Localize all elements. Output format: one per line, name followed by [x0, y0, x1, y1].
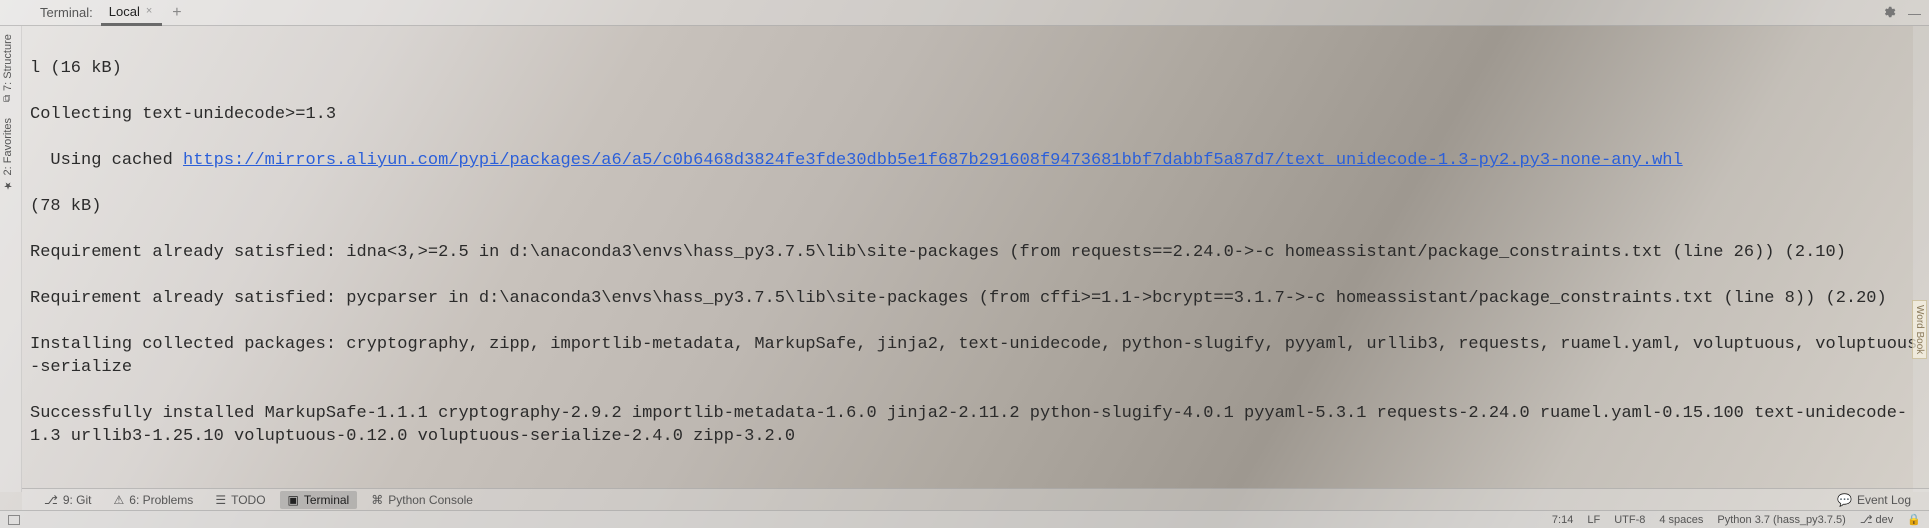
tool-git[interactable]: ⎇9: Git: [36, 491, 100, 509]
close-icon[interactable]: ×: [144, 5, 154, 17]
terminal-tab-label: Local: [109, 4, 140, 19]
word-book-tab[interactable]: Word Book: [1912, 300, 1927, 359]
sidebar-tab-label: 2: Favorites: [2, 118, 14, 175]
minimize-icon[interactable]: —: [1908, 6, 1921, 21]
terminal-line: Requirement already satisfied: pycparser…: [30, 287, 1919, 310]
terminal-line: Using cached https://mirrors.aliyun.com/…: [30, 149, 1919, 172]
tool-problems[interactable]: ⚠6: Problems: [106, 491, 202, 509]
tool-todo[interactable]: ☰TODO: [207, 491, 273, 509]
python-interpreter[interactable]: Python 3.7 (hass_py3.7.5): [1717, 514, 1845, 526]
git-branch-icon: ⎇: [44, 493, 58, 507]
terminal-line: (78 kB): [30, 195, 1919, 218]
tool-event-log[interactable]: 💬Event Log: [1829, 491, 1919, 509]
chat-icon: 💬: [1837, 493, 1852, 507]
cached-wheel-link[interactable]: https://mirrors.aliyun.com/pypi/packages…: [183, 151, 1683, 170]
sidebar-tab-favorites[interactable]: ★ 2: Favorites: [0, 110, 16, 198]
terminal-line: Successfully installed MarkupSafe-1.1.1 …: [30, 402, 1919, 448]
tool-terminal[interactable]: ▣Terminal: [280, 491, 358, 509]
bottom-tool-strip: ⎇9: Git ⚠6: Problems ☰TODO ▣Terminal ⌘Py…: [22, 488, 1929, 510]
line-separator[interactable]: LF: [1587, 514, 1600, 526]
terminal-icon: ▣: [288, 493, 299, 507]
cursor-position[interactable]: 7:14: [1552, 514, 1573, 526]
structure-icon: ⧉: [2, 95, 14, 102]
left-tool-gutter: ⧉ 7: Structure ★ 2: Favorites: [0, 26, 22, 492]
python-icon: ⌘: [371, 493, 383, 507]
terminal-line: Collecting text-unidecode>=1.3: [30, 103, 1919, 126]
sidebar-tab-structure[interactable]: ⧉ 7: Structure: [0, 26, 16, 110]
terminal-output[interactable]: l (16 kB) Collecting text-unidecode>=1.3…: [30, 34, 1919, 492]
terminal-tab-local[interactable]: Local ×: [101, 0, 163, 26]
git-branch-status[interactable]: ⎇ dev: [1860, 513, 1893, 526]
right-gutter: [1913, 26, 1929, 492]
terminal-panel-header: Terminal: Local × + —: [0, 0, 1929, 26]
star-icon: ★: [3, 179, 14, 190]
warning-icon: ⚠: [114, 493, 125, 507]
sidebar-tab-label: 7: Structure: [2, 34, 14, 91]
terminal-line: Requirement already satisfied: idna<3,>=…: [30, 241, 1919, 264]
tool-python-console[interactable]: ⌘Python Console: [363, 491, 481, 509]
list-icon: ☰: [215, 493, 226, 507]
terminal-line: l (16 kB): [30, 57, 1919, 80]
status-bar: 7:14 LF UTF-8 4 spaces Python 3.7 (hass_…: [0, 510, 1929, 528]
git-branch-icon: ⎇: [1860, 514, 1876, 526]
lock-icon[interactable]: 🔒: [1907, 513, 1921, 526]
indent-setting[interactable]: 4 spaces: [1659, 514, 1703, 526]
new-terminal-tab-button[interactable]: +: [162, 4, 191, 22]
tool-windows-toggle-icon[interactable]: [8, 515, 20, 525]
terminal-panel-label: Terminal:: [40, 5, 101, 20]
gear-icon[interactable]: [1882, 5, 1896, 22]
file-encoding[interactable]: UTF-8: [1614, 514, 1645, 526]
terminal-line: Installing collected packages: cryptogra…: [30, 333, 1919, 379]
